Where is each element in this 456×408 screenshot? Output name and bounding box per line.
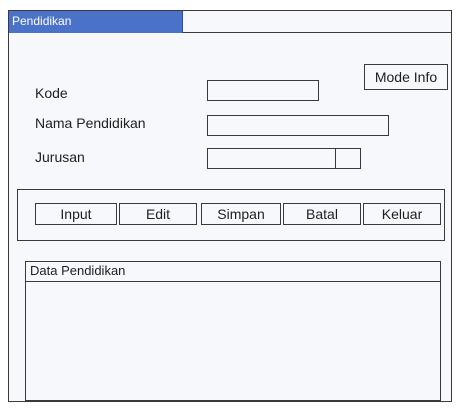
simpan-button[interactable]: Simpan — [201, 203, 281, 225]
jurusan-dropdown-button[interactable] — [335, 148, 361, 169]
data-pendidikan-grid[interactable]: Data Pendidikan — [25, 261, 441, 401]
batal-button[interactable]: Batal — [283, 203, 361, 225]
pendidikan-window: Pendidikan Mode Info Kode Nama Pendidika… — [8, 10, 452, 402]
jurusan-label: Jurusan — [35, 149, 85, 165]
keluar-button[interactable]: Keluar — [363, 203, 441, 225]
grid-body[interactable] — [26, 282, 440, 400]
nama-pendidikan-input[interactable] — [207, 115, 389, 136]
jurusan-combobox[interactable] — [207, 148, 337, 169]
input-button[interactable]: Input — [35, 203, 117, 225]
grid-title: Data Pendidikan — [26, 262, 440, 282]
edit-button[interactable]: Edit — [119, 203, 197, 225]
nama-pendidikan-label: Nama Pendidikan — [35, 115, 146, 131]
mode-info-button[interactable]: Mode Info — [364, 64, 448, 90]
kode-input[interactable] — [207, 80, 319, 101]
kode-label: Kode — [35, 85, 68, 101]
title-bar: Pendidikan — [9, 11, 451, 33]
window-title: Pendidikan — [9, 11, 183, 33]
